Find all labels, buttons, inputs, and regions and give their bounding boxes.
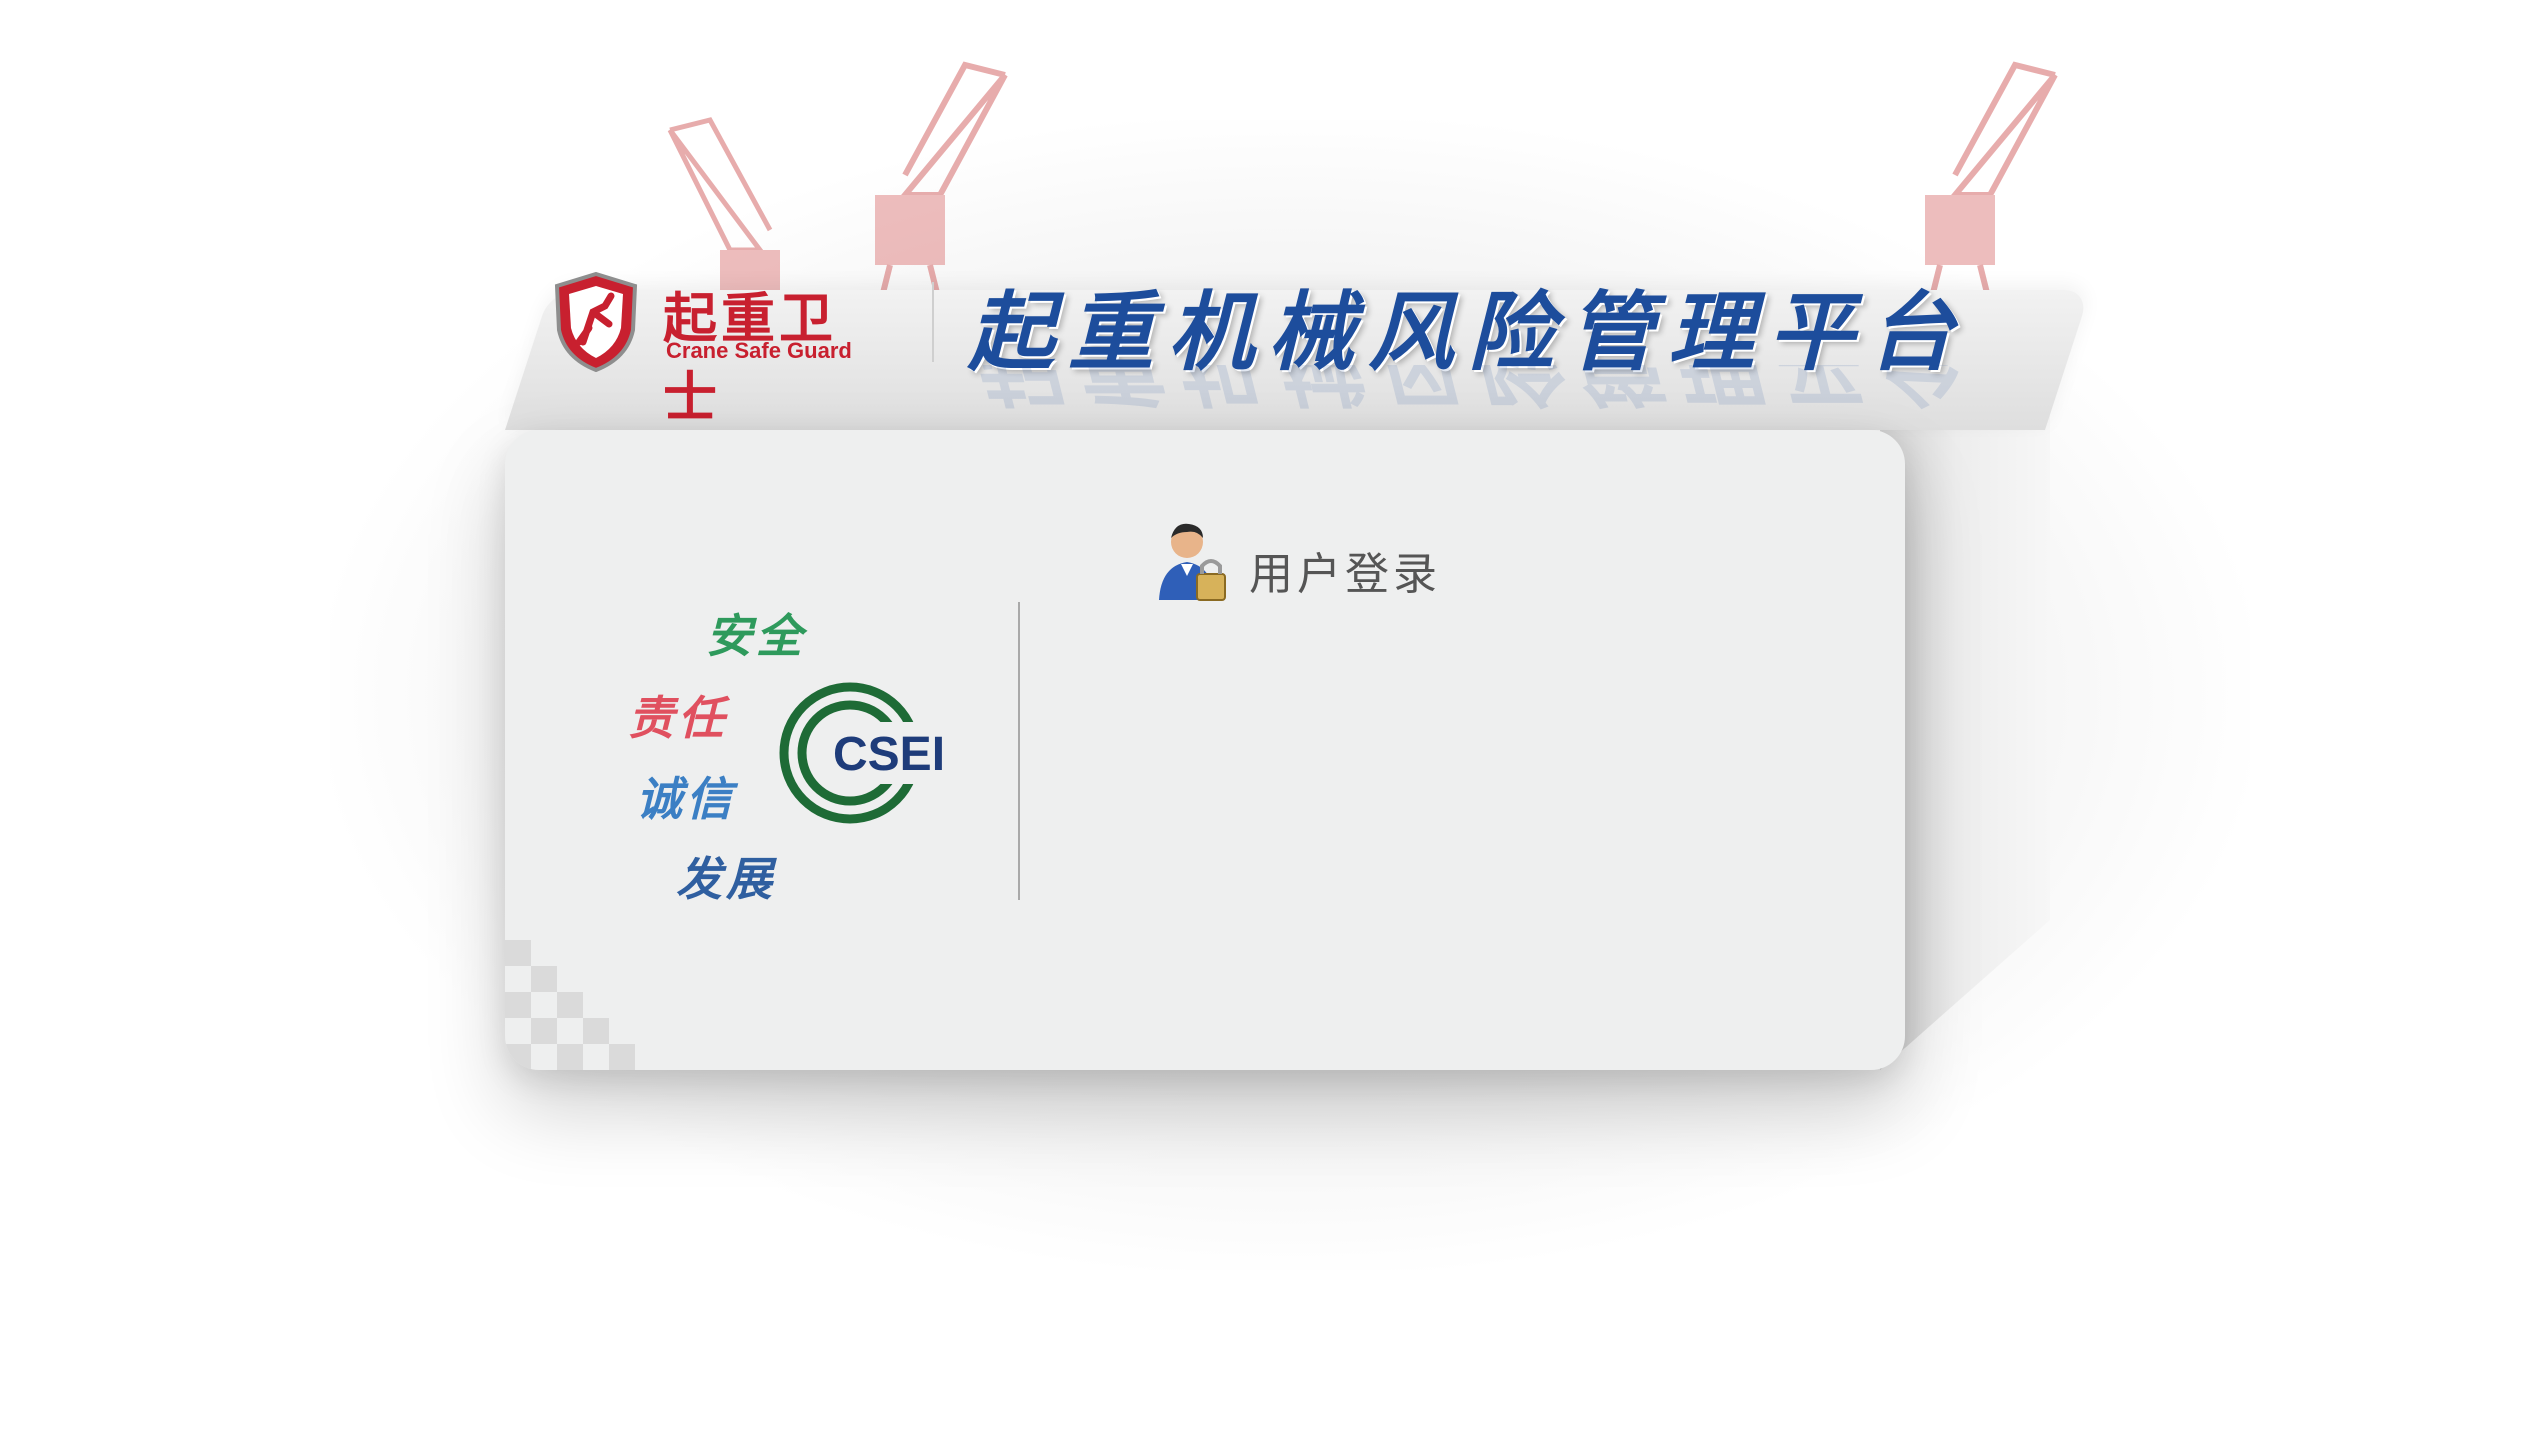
slogan-responsibility: 责任 (628, 691, 728, 745)
login-page: 起重卫士 Crane Safe Guard 起重机械风险管理平台 起重机械风险管… (0, 0, 2543, 1450)
brand-logo: 起重卫士 Crane Safe Guard (553, 272, 893, 429)
panel-divider (1018, 602, 1020, 900)
slogan-development: 发展 (676, 852, 776, 906)
header-divider (932, 282, 934, 362)
user-lock-icon (1159, 523, 1226, 601)
csei-logo-text: CSEI (833, 728, 945, 781)
platform-title-reflection: 起重机械风险管理平台 (968, 365, 1968, 435)
checker-decoration (505, 940, 635, 1070)
csei-logo: CSEI (779, 682, 955, 824)
shield-logo-icon (554, 272, 638, 372)
login-title: 用户登录 (1249, 549, 1441, 600)
brand-name-en: Crane Safe Guard (666, 338, 852, 363)
slogan-safety: 安全 (706, 609, 806, 663)
slogan-integrity: 诚信 (636, 772, 736, 826)
